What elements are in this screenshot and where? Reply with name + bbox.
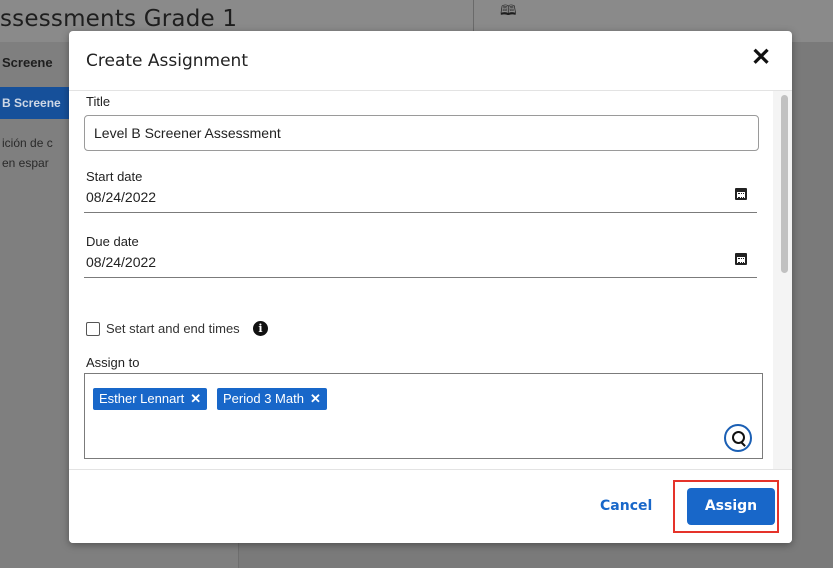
info-icon[interactable]: i — [253, 321, 268, 336]
set-times-checkbox[interactable] — [86, 322, 100, 336]
scrollbar-thumb[interactable] — [781, 95, 788, 273]
title-label: Title — [86, 94, 111, 109]
left-desc-line-1: ición de c — [2, 136, 53, 150]
book-icon: 🕮 — [500, 2, 517, 18]
assignee-chip: Period 3 Math ✕ — [217, 388, 327, 410]
left-desc-line-2: en espar — [2, 156, 49, 170]
left-description: ición de c en espar — [2, 133, 53, 173]
cancel-button[interactable]: Cancel — [600, 498, 652, 514]
start-date-value[interactable]: 08/24/2022 — [86, 189, 156, 205]
title-input[interactable]: Level B Screener Assessment — [84, 115, 759, 151]
start-date-label: Start date — [86, 169, 143, 184]
left-section-label: Screene — [2, 55, 53, 70]
assignee-chip-label: Period 3 Math — [223, 391, 304, 406]
left-active-item-label: B Screene — [2, 96, 61, 110]
scrollbar-track[interactable] — [773, 91, 792, 469]
search-handle — [740, 441, 746, 447]
create-assignment-dialog: Create Assignment ✕ Title Level B Screen… — [69, 31, 792, 543]
due-date-label: Due date — [86, 234, 139, 249]
page-title: ssessments Grade 1 — [0, 6, 238, 32]
assign-to-field[interactable]: Esther Lennart ✕ Period 3 Math ✕ — [84, 373, 763, 459]
set-times-label[interactable]: Set start and end times — [106, 321, 240, 336]
calendar-icon[interactable] — [735, 253, 747, 265]
remove-chip-icon[interactable]: ✕ — [190, 391, 201, 406]
assign-button-highlight — [673, 480, 779, 533]
remove-chip-icon[interactable]: ✕ — [310, 391, 321, 406]
assignee-chip-label: Esther Lennart — [99, 391, 185, 406]
dialog-header: Create Assignment ✕ — [69, 31, 792, 91]
due-date-value[interactable]: 08/24/2022 — [86, 254, 156, 270]
dialog-body: Title Level B Screener Assessment Start … — [69, 91, 792, 469]
calendar-icon[interactable] — [735, 188, 747, 200]
due-date-field[interactable]: Due date 08/24/2022 — [84, 234, 757, 278]
left-active-item: B Screene — [0, 87, 80, 119]
search-icon[interactable] — [724, 424, 752, 452]
assign-to-label: Assign to — [86, 355, 140, 370]
dialog-title: Create Assignment — [86, 51, 248, 71]
start-date-field[interactable]: Start date 08/24/2022 — [84, 169, 757, 213]
close-icon[interactable]: ✕ — [748, 45, 774, 71]
assignee-chip: Esther Lennart ✕ — [93, 388, 208, 410]
